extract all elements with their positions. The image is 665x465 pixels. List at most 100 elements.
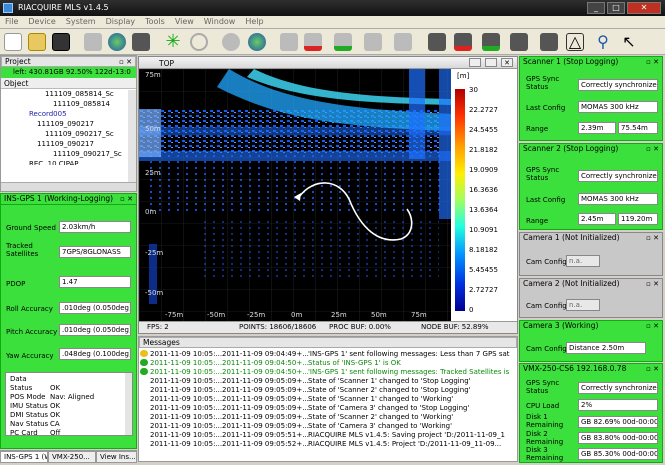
pointer-icon[interactable]: ↖ <box>620 33 638 51</box>
scanner1-header: Scanner 1 (Stop Logging) ▫ ✕ <box>520 57 662 68</box>
tree-item[interactable]: 111109_090217_Sc <box>5 129 136 139</box>
scanner-pause-icon[interactable] <box>364 33 382 51</box>
project-header: Project ▫ ✕ <box>1 56 136 67</box>
zoom-icon[interactable]: ⚲ <box>594 33 612 51</box>
x-tick: 50m <box>371 311 387 319</box>
menu-help[interactable]: Help <box>240 16 268 26</box>
tree-item[interactable]: Record005 <box>5 109 136 119</box>
camera-icon[interactable] <box>132 33 150 51</box>
restore-view-button[interactable] <box>485 58 497 67</box>
color-scale-bar <box>455 89 465 311</box>
cpu-load-value: 2% <box>578 399 658 411</box>
tree-item[interactable]: REC. 10 CIPAP <box>5 159 136 165</box>
scanner2-pane: Scanner 2 (Stop Logging) ▫ ✕ GPS Sync Sta… <box>519 143 663 230</box>
pane-close-icon[interactable]: ▫ ✕ <box>646 364 659 374</box>
message-row[interactable]: 2011-11-09 10:05:...2011-11-09 09:05:09+… <box>139 386 517 395</box>
point-cloud-view[interactable]: 75m 50m 25m 0m -25m -50m -75m -50m -25m … <box>139 69 517 321</box>
message-row[interactable]: 2011-11-09 10:05:...2011-11-09 09:05:09+… <box>139 404 517 413</box>
info-icon <box>140 422 148 429</box>
menu-file[interactable]: File <box>0 16 23 26</box>
x-tick: 25m <box>331 311 347 319</box>
status-row: IMU Status OK <box>10 402 61 410</box>
save-icon[interactable] <box>52 33 70 51</box>
tree-item[interactable]: 111109_090217 <box>5 119 136 129</box>
scanner-icon[interactable] <box>84 33 102 51</box>
minimize-view-button[interactable] <box>469 58 481 67</box>
pane-close-icon[interactable]: ▫ ✕ <box>119 57 132 67</box>
globe-icon[interactable] <box>108 33 126 51</box>
vertical-scrollbar[interactable] <box>128 90 136 182</box>
camera-stop-icon[interactable] <box>428 33 446 51</box>
pane-close-icon[interactable]: ▫ ✕ <box>120 194 133 204</box>
camera3-pane: Camera 3 (Working) ▫ ✕ Cam Config Distanc… <box>519 320 663 362</box>
camera-eject-icon[interactable] <box>540 33 558 51</box>
maximize-button[interactable]: □ <box>607 2 625 14</box>
tree-item[interactable]: 111109_085814 <box>5 99 136 109</box>
message-row[interactable]: 2011-11-09 10:05:...2011-11-09 09:04:50+… <box>139 359 517 368</box>
ins-status-list: Data Status OK POS Mode Nav: Aligned IMU S… <box>5 372 133 437</box>
menu-system[interactable]: System <box>61 16 101 26</box>
message-row[interactable]: 2011-11-09 10:05:...2011-11-09 09:05:52+… <box>139 440 517 449</box>
scanner-stop-icon[interactable] <box>280 33 298 51</box>
star-icon[interactable]: ✳ <box>164 33 182 51</box>
tab-view-ins[interactable]: View Ins... <box>96 451 137 463</box>
minimize-button[interactable]: _ <box>587 2 605 14</box>
gps-sync-value: Correctly synchronized <box>578 170 658 182</box>
close-view-button[interactable]: ✕ <box>501 58 513 67</box>
message-row[interactable]: 2011-11-09 10:05:...2011-11-09 09:05:09+… <box>139 422 517 431</box>
pane-close-icon[interactable]: ▫ ✕ <box>646 57 659 67</box>
cam-config-value: Distance 2.50m <box>566 342 646 354</box>
y-tick: 50m <box>145 125 161 133</box>
menu-device[interactable]: Device <box>23 16 60 26</box>
pane-close-icon[interactable]: ▫ ✕ <box>646 233 659 243</box>
pane-close-icon[interactable]: ▫ ✕ <box>646 144 659 154</box>
menu-tools[interactable]: Tools <box>140 16 170 26</box>
pane-close-icon[interactable]: ▫ ✕ <box>646 321 659 331</box>
pane-close-icon[interactable]: ▫ ✕ <box>646 279 659 289</box>
message-row[interactable]: 2011-11-09 10:05:...2011-11-09 09:05:09+… <box>139 413 517 422</box>
refresh-icon[interactable] <box>190 33 208 51</box>
camera-pause-icon[interactable] <box>510 33 528 51</box>
scanner-eject-icon[interactable] <box>394 33 412 51</box>
message-row[interactable]: 2011-11-09 10:05:...2011-11-09 09:05:09+… <box>139 395 517 404</box>
scale-label: 30 <box>469 86 478 94</box>
tab-ins-gps[interactable]: INS-GPS 1 (W... <box>0 451 48 463</box>
project-column-header: Object <box>1 78 136 89</box>
ins-gps-title: INS-GPS 1 (Working-Logging) <box>4 194 114 203</box>
globe-record-icon[interactable] <box>248 33 266 51</box>
disk-icon[interactable] <box>222 33 240 51</box>
vertical-scrollbar[interactable] <box>125 373 132 435</box>
message-row[interactable]: 2011-11-09 10:05:...2011-11-09 09:04:50+… <box>139 368 517 377</box>
message-row[interactable]: 2011-11-09 10:05:...2011-11-09 09:04:49+… <box>139 350 517 359</box>
top-view-titlebar: TOP ✕ <box>139 57 517 69</box>
last-config-value: MOMAS 300 kHz <box>578 101 658 113</box>
info-icon <box>140 377 148 384</box>
tab-vmx[interactable]: VMX-250... <box>48 451 96 463</box>
info-icon <box>140 440 148 447</box>
scanner-play-icon[interactable] <box>334 33 352 51</box>
cam-config-label: Cam Config <box>526 302 567 310</box>
menu-bar: File Device System Display Tools View Window He… <box>0 16 665 29</box>
ground-speed-value: 2.03km/h <box>59 221 131 233</box>
triangle-tool-icon[interactable]: △ <box>566 33 584 51</box>
camera-play-icon[interactable] <box>482 33 500 51</box>
menu-view[interactable]: View <box>170 16 199 26</box>
close-button[interactable]: ✕ <box>627 2 661 14</box>
tree-item[interactable]: 111109_090217 <box>5 139 136 149</box>
y-tick: 0m <box>145 208 156 216</box>
fps-readout: FPS: 2 <box>147 323 169 331</box>
message-row[interactable]: 2011-11-09 10:05:...2011-11-09 09:05:51+… <box>139 431 517 440</box>
disk-label: Disk 3 Remaining <box>526 446 564 462</box>
new-file-icon[interactable] <box>4 33 22 51</box>
open-folder-icon[interactable] <box>28 33 46 51</box>
message-row[interactable]: 2011-11-09 10:05:...2011-11-09 09:05:09+… <box>139 377 517 386</box>
gps-sync-label: GPS Sync Status <box>526 379 560 395</box>
scanner-record-icon[interactable] <box>304 33 322 51</box>
menu-window[interactable]: Window <box>199 16 241 26</box>
menu-display[interactable]: Display <box>101 16 141 26</box>
pdop-value: 1.47 <box>59 276 131 288</box>
tree-item[interactable]: 111109_085814_Sc <box>5 89 136 99</box>
camera-record-icon[interactable] <box>454 33 472 51</box>
horizontal-scrollbar[interactable] <box>1 182 136 191</box>
tree-item[interactable]: 111109_090217_Sc <box>5 149 136 159</box>
